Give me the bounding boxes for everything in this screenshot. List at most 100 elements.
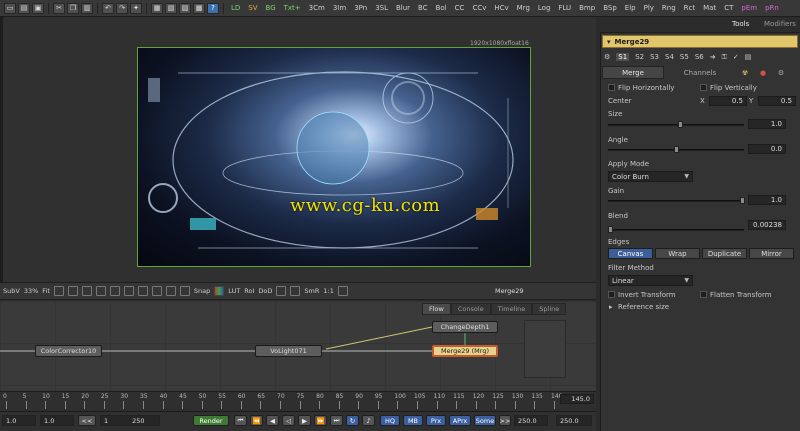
layout-stack-icon[interactable]: ▨	[179, 2, 191, 14]
tool-header[interactable]: ▾ Merge29	[602, 35, 798, 48]
blend-slider-knob[interactable]	[608, 226, 613, 233]
tool-button-14[interactable]: Mrg	[514, 4, 533, 12]
current-time-field[interactable]: 145.0	[560, 394, 594, 404]
gain-slider[interactable]	[608, 200, 744, 202]
step-forward-button[interactable]: >>	[499, 415, 511, 426]
dod-button[interactable]: DoD	[258, 287, 272, 295]
tool-button-22[interactable]: Rct	[681, 4, 698, 12]
settings-icon[interactable]: ✦	[130, 2, 142, 14]
node-merge[interactable]: Merge29 (Mrg)	[432, 345, 498, 357]
tool-button-23[interactable]: Mat	[700, 4, 719, 12]
copy-icon[interactable]: ❐	[67, 2, 79, 14]
prx-button[interactable]: Prx	[426, 415, 446, 426]
play-reverse-icon[interactable]: ◁	[282, 415, 295, 426]
channel-icon[interactable]	[53, 286, 64, 296]
color-channel-icon[interactable]	[214, 286, 225, 296]
edges-mirror-button[interactable]: Mirror	[749, 248, 794, 259]
edges-canvas-button[interactable]: Canvas	[608, 248, 653, 259]
audio-icon[interactable]: ♪	[362, 415, 375, 426]
tab-console[interactable]: Console	[450, 303, 491, 315]
tool-button-19[interactable]: Elp	[622, 4, 639, 12]
flow-navigator[interactable]	[524, 320, 566, 378]
tool-button-20[interactable]: Ply	[641, 4, 657, 12]
tool-button-21[interactable]: Rng	[659, 4, 679, 12]
tool-button-18[interactable]: BSp	[600, 4, 620, 12]
blend-field[interactable]: 0.00238	[748, 220, 786, 230]
pin-icon[interactable]: ➜	[710, 53, 716, 61]
size-slider[interactable]	[608, 124, 744, 126]
tool-button-6[interactable]: 3Pn	[351, 4, 370, 12]
color-wheel-icon[interactable]: ●	[756, 66, 770, 79]
smr-button[interactable]: SmR	[304, 287, 319, 295]
tool-button-9[interactable]: BC	[415, 4, 431, 12]
stereo-icon[interactable]	[337, 286, 348, 296]
gain-field[interactable]: 1.0	[748, 195, 786, 205]
tool-button-10[interactable]: Bol	[433, 4, 450, 12]
grid-icon[interactable]	[290, 286, 301, 296]
blend-slider[interactable]	[608, 229, 744, 231]
prev-key-icon[interactable]: ⏪	[250, 415, 263, 426]
hazard-icon[interactable]: ☢	[738, 66, 752, 79]
tool-button-1[interactable]: SV	[245, 4, 260, 12]
version-s1[interactable]: S1	[616, 53, 630, 61]
render-end-field[interactable]: 250.0	[514, 415, 548, 426]
snap-button[interactable]: Snap	[194, 287, 210, 295]
size-slider-knob[interactable]	[678, 121, 683, 128]
next-key-icon[interactable]: ⏩	[314, 415, 327, 426]
align-icon[interactable]	[165, 286, 176, 296]
zoom-level[interactable]: 33%	[24, 287, 38, 295]
layout-single-icon[interactable]: ▦	[151, 2, 163, 14]
flip-vertically-checkbox[interactable]	[700, 84, 707, 91]
tool-button-4[interactable]: 3Cm	[306, 4, 328, 12]
rectangle-icon[interactable]	[123, 286, 134, 296]
text-icon[interactable]	[151, 286, 162, 296]
tool-button-15[interactable]: Log	[535, 4, 554, 12]
tool-button-2[interactable]: BG	[263, 4, 279, 12]
tool-button-11[interactable]: CC	[452, 4, 468, 12]
loop-icon[interactable]: ↻	[346, 415, 359, 426]
aprx-button[interactable]: APrx	[449, 415, 471, 426]
global-start-field[interactable]: 1.0	[2, 415, 36, 426]
global-end-field[interactable]: 250.0	[556, 415, 592, 426]
tool-button-7[interactable]: 3SL	[372, 4, 391, 12]
redo-icon[interactable]: ↷	[116, 2, 128, 14]
invert-transform-checkbox[interactable]	[608, 291, 615, 298]
render-button[interactable]: Render	[193, 415, 229, 426]
overlay-icon[interactable]	[67, 286, 78, 296]
subtab-merge[interactable]: Merge	[602, 66, 664, 79]
open-icon[interactable]: ▤	[18, 2, 30, 14]
subtab-channels[interactable]: Channels	[670, 66, 730, 79]
tool-button-3[interactable]: Txt+	[281, 4, 304, 12]
bold-icon[interactable]	[179, 286, 190, 296]
go-end-icon[interactable]: ⏭	[330, 415, 343, 426]
version-s2[interactable]: S2	[635, 53, 644, 61]
node-changedepth[interactable]: ChangeDepth1	[432, 321, 498, 333]
tool-button-24[interactable]: CT	[721, 4, 736, 12]
render-start-field[interactable]: 1.0	[40, 415, 74, 426]
tab-flow[interactable]: Flow	[422, 303, 451, 315]
polygon-icon[interactable]	[109, 286, 120, 296]
tab-spline[interactable]: Spline	[532, 303, 567, 315]
play-icon[interactable]: ▶	[298, 415, 311, 426]
circle-icon[interactable]	[137, 286, 148, 296]
save-icon[interactable]: ▣	[32, 2, 44, 14]
gear-settings-icon[interactable]: ⚙	[774, 66, 788, 79]
hq-button[interactable]: HQ	[380, 415, 400, 426]
tool-button-16[interactable]: FLU	[555, 4, 574, 12]
tool-button-0[interactable]: LD	[228, 4, 243, 12]
angle-slider-knob[interactable]	[674, 146, 679, 153]
tab-tools[interactable]: Tools	[732, 20, 749, 28]
range-field[interactable]: 1 250	[100, 415, 160, 426]
tool-button-5[interactable]: 3Im	[330, 4, 349, 12]
layout-dual-icon[interactable]: ▧	[165, 2, 177, 14]
checker-icon[interactable]	[276, 286, 287, 296]
cut-icon[interactable]: ✂	[53, 2, 65, 14]
expand-triangle-icon[interactable]: ▸	[609, 303, 613, 311]
reference-size-label[interactable]: Reference size	[618, 303, 669, 311]
viewer-image[interactable]	[137, 47, 531, 267]
edges-wrap-button[interactable]: Wrap	[655, 248, 700, 259]
apply-mode-dropdown[interactable]: Color Burn ▼	[608, 171, 693, 182]
pen-icon[interactable]	[95, 286, 106, 296]
new-icon[interactable]: ▭	[4, 2, 16, 14]
go-start-icon[interactable]: ⏮	[234, 415, 247, 426]
